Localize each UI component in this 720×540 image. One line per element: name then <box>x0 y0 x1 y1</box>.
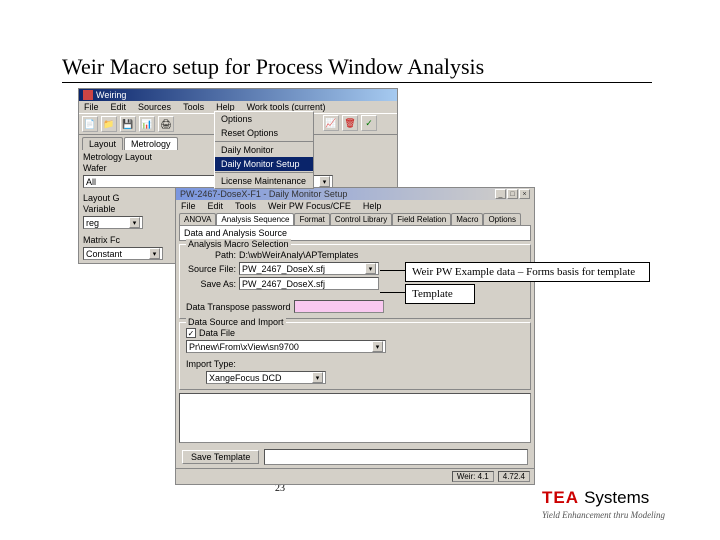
toolbar-btn[interactable]: 🗑 <box>342 115 358 131</box>
menu-tools[interactable]: Tools <box>180 102 207 112</box>
toolbar-btn[interactable]: 📄 <box>82 116 98 132</box>
saveas-input[interactable]: PW_2467_DoseX.sfj <box>239 277 379 290</box>
variable-label: Variable <box>83 204 115 214</box>
chevron-down-icon: ▾ <box>319 176 330 187</box>
dropdown-item-daily[interactable]: Daily Monitor <box>215 143 313 157</box>
callout-template: Template <box>405 284 475 304</box>
status-cell: 4.72.4 <box>498 471 530 482</box>
setup-tabs: ANOVA Analysis Sequence Format Control L… <box>176 212 534 225</box>
save-template-button[interactable]: Save Template <box>182 450 259 464</box>
titlebar: PW-2467-DoseX-F1 - Daily Monitor Setup _… <box>176 188 534 200</box>
minimize-button[interactable]: _ <box>495 189 506 199</box>
app-icon <box>83 90 93 100</box>
dropdown-item-reset[interactable]: Reset Options <box>215 126 313 140</box>
chevron-down-icon: ▾ <box>372 341 383 352</box>
save-path-input[interactable] <box>264 449 528 465</box>
tab-control-library[interactable]: Control Library <box>330 213 392 225</box>
extra-toolbar: 📈 🗑 ✓ <box>320 113 400 133</box>
toolbar-btn[interactable]: 📈 <box>323 115 339 131</box>
dropdown-item-daily-setup[interactable]: Daily Monitor Setup <box>215 157 313 171</box>
datafile-path-value: Pr\new\From\xView\sn9700 <box>189 342 299 352</box>
matrix-value: Constant <box>86 249 122 259</box>
toolbar-btn[interactable]: 📁 <box>101 116 117 132</box>
path-label: Path: <box>186 250 236 260</box>
data-source-group: Data Source and Import ✓ Data File Pr\ne… <box>179 322 531 390</box>
password-input[interactable] <box>294 300 384 313</box>
tools-dropdown: Options Reset Options Daily Monitor Dail… <box>214 111 314 189</box>
importtype-label: Import Type: <box>186 359 241 369</box>
menu-weirpw[interactable]: Weir PW Focus/CFE <box>265 201 354 211</box>
sourcefile-label: Source File: <box>186 264 236 274</box>
save-row: Save Template <box>176 446 534 468</box>
dropdown-item-options[interactable]: Options <box>215 112 313 126</box>
chevron-down-icon: ▾ <box>149 248 160 259</box>
window-controls: _ □ × <box>495 189 530 199</box>
tab-macro[interactable]: Macro <box>451 213 483 225</box>
menubar: File Edit Tools Weir PW Focus/CFE Help <box>176 200 534 212</box>
checkbox-icon: ✓ <box>186 328 196 338</box>
group-title: Data Source and Import <box>186 317 286 327</box>
callout-connector <box>380 270 405 271</box>
dropdown-separator <box>215 172 313 173</box>
menu-help[interactable]: Help <box>360 201 385 211</box>
statusbar: Weir: 4.1 4.72.4 <box>176 468 534 484</box>
titlebar: Weiring <box>79 89 397 101</box>
tab-options[interactable]: Options <box>483 213 521 225</box>
menu-file[interactable]: File <box>178 201 199 211</box>
toolbar-btn[interactable]: ✓ <box>361 115 377 131</box>
close-button[interactable]: × <box>519 189 530 199</box>
sourcefile-combo[interactable]: PW_2467_DoseX.sfj ▾ <box>239 262 379 275</box>
slide-title: Weir Macro setup for Process Window Anal… <box>62 54 652 83</box>
wafer-value: All <box>86 177 96 187</box>
wafer-label: Wafer <box>83 163 107 173</box>
group-title: Analysis Macro Selection <box>186 239 291 249</box>
menu-tools[interactable]: Tools <box>232 201 259 211</box>
menu-sources[interactable]: Sources <box>135 102 174 112</box>
importtype-combo[interactable]: XangeFocus DCD ▾ <box>206 371 326 384</box>
checkbox-label: Data File <box>199 328 235 338</box>
importtype-value: XangeFocus DCD <box>209 373 282 383</box>
menu-edit[interactable]: Edit <box>205 201 227 211</box>
sourcefile-value: PW_2467_DoseX.sfj <box>242 264 325 274</box>
dropdown-item-license[interactable]: License Maintenance <box>215 174 313 188</box>
preview-area <box>179 393 531 443</box>
group-label: Data and Analysis Source <box>184 228 526 238</box>
callout-connector <box>380 292 405 293</box>
maximize-button[interactable]: □ <box>507 189 518 199</box>
dropdown-separator <box>215 141 313 142</box>
brand-tagline: Yield Enhancement thru Modeling <box>542 510 665 520</box>
window-title: PW-2467-DoseX-F1 - Daily Monitor Setup <box>180 189 347 199</box>
tab-format[interactable]: Format <box>294 213 329 225</box>
datafile-path-combo[interactable]: Pr\new\From\xView\sn9700 ▾ <box>186 340 386 353</box>
menu-file[interactable]: File <box>81 102 102 112</box>
chevron-down-icon: ▾ <box>312 372 323 383</box>
menu-edit[interactable]: Edit <box>108 102 130 112</box>
chevron-down-icon: ▾ <box>129 217 140 228</box>
window-title: Weiring <box>96 90 126 100</box>
datafile-checkbox[interactable]: ✓ Data File <box>186 328 235 338</box>
toolbar-btn[interactable]: 💾 <box>120 116 136 132</box>
daily-monitor-setup-window: PW-2467-DoseX-F1 - Daily Monitor Setup _… <box>175 187 535 485</box>
callout-example-data: Weir PW Example data – Forms basis for t… <box>405 262 650 282</box>
saveas-value: PW_2467_DoseX.sfj <box>242 279 325 289</box>
variable-combo[interactable]: reg ▾ <box>83 216 143 229</box>
saveas-label: Save As: <box>186 279 236 289</box>
tab-layout[interactable]: Layout <box>82 137 123 150</box>
tab-metrology[interactable]: Metrology <box>124 137 178 150</box>
toolbar-btn[interactable]: 🖨 <box>158 116 174 132</box>
password-label: Data Transpose password <box>186 302 291 312</box>
matrix-label: Matrix Fc <box>83 235 120 245</box>
tab-anova[interactable]: ANOVA <box>179 213 216 225</box>
tab-field-relation[interactable]: Field Relation <box>392 213 451 225</box>
tab-analysis-sequence[interactable]: Analysis Sequence <box>216 213 294 225</box>
status-cell: Weir: 4.1 <box>452 471 494 482</box>
chevron-down-icon: ▾ <box>365 263 376 274</box>
variable-value: reg <box>86 218 99 228</box>
matrix-combo[interactable]: Constant ▾ <box>83 247 163 260</box>
toolbar-btn[interactable]: 📊 <box>139 116 155 132</box>
path-value: D:\wbWeirAnaly\APTemplates <box>239 250 358 260</box>
brand-logo: TEA Systems <box>542 488 649 508</box>
